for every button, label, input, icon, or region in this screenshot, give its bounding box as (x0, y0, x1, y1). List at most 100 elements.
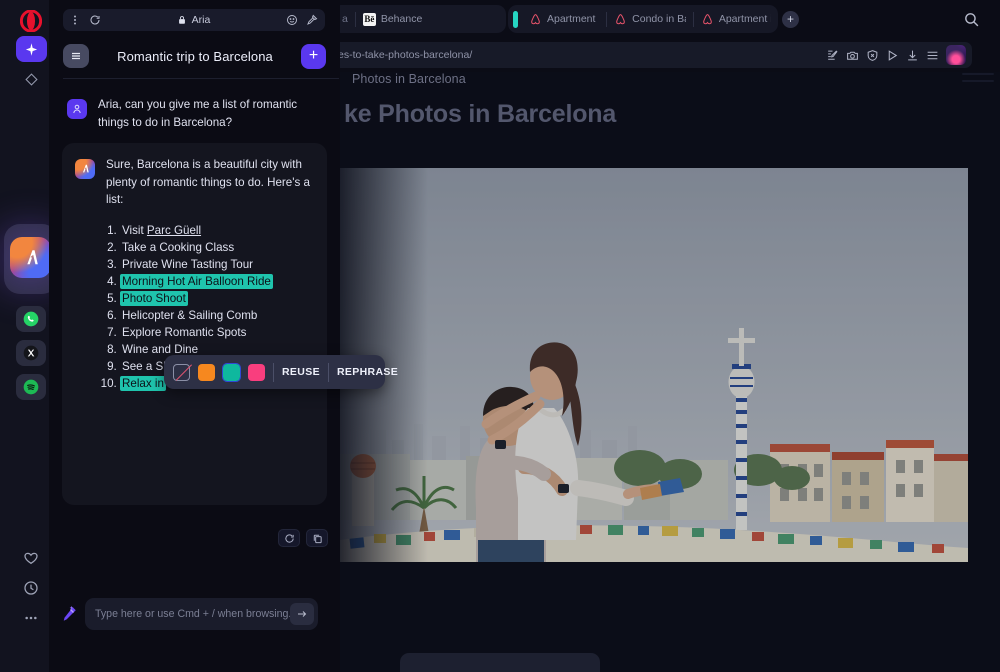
edit-note-icon[interactable] (826, 49, 839, 62)
tab-apartment-1[interactable]: Apartment in Barce (522, 5, 606, 33)
orange-highlight-swatch[interactable] (198, 363, 215, 381)
opera-logo-icon[interactable] (20, 10, 42, 32)
ellipsis-icon[interactable] (23, 610, 39, 626)
tab-group-indicator[interactable] (513, 10, 518, 28)
aria-logo-icon[interactable] (10, 237, 51, 278)
avatar[interactable] (946, 45, 966, 65)
list-item[interactable]: Photo Shoot (120, 290, 327, 307)
airbnb-icon (703, 13, 712, 24)
composer-input-wrap[interactable] (85, 598, 318, 630)
airbnb-icon (531, 13, 540, 24)
pink-highlight-swatch[interactable] (248, 363, 265, 381)
aria-header: Romantic trip to Barcelona + (49, 36, 340, 76)
tab-behance[interactable]: Bē Behance (356, 5, 429, 33)
tab-group-airbnb: Apartment in Barce Condo in Barcelona Ap… (508, 5, 778, 33)
person-glyph-icon (73, 104, 81, 114)
easy-setup-icon[interactable] (926, 49, 939, 62)
assistant-message-text: Sure, Barcelona is a beautiful city with… (106, 158, 310, 206)
heart-icon[interactable] (23, 550, 39, 566)
aria-panel: Aria Romantic trip to Barcelona + Aria, … (49, 0, 340, 672)
tab-group-left: a Bē Behance (332, 5, 506, 33)
aria-titlebar: Aria (63, 9, 325, 31)
copy-button[interactable] (306, 529, 328, 547)
player-icon[interactable] (886, 49, 899, 62)
airbnb-icon (616, 13, 625, 24)
rephrase-button[interactable]: REPHRASE (337, 366, 398, 378)
shield-privacy-icon[interactable] (866, 49, 879, 62)
lock-icon (178, 16, 185, 24)
aria-chat-title: Romantic trip to Barcelona (117, 48, 273, 64)
address-field[interactable]: es-to-take-photos-barcelona/ (332, 42, 972, 68)
tab-apartment-2[interactable]: Apartment in Barce (694, 5, 778, 33)
x-icon (23, 345, 39, 361)
teal-highlight-swatch[interactable] (222, 362, 241, 382)
no-highlight-swatch[interactable] (173, 363, 190, 381)
tab-search-icon[interactable] (963, 11, 980, 28)
reload-icon (284, 533, 294, 543)
sparkle-icon (25, 42, 37, 56)
list-item[interactable]: Explore Romantic Spots (120, 324, 327, 341)
tab-condo[interactable]: Condo in Barcelona (607, 5, 693, 33)
sidebar-item-spotify[interactable] (16, 374, 46, 400)
sidebar-item-whatsapp[interactable] (16, 306, 46, 332)
whatsapp-icon (23, 311, 39, 327)
new-chat-button[interactable]: + (301, 43, 326, 69)
magic-wand-icon[interactable] (60, 605, 78, 623)
downloads-icon[interactable] (906, 49, 919, 62)
list-item[interactable]: Morning Hot Air Balloon Ride (120, 273, 327, 290)
user-avatar-icon (67, 99, 87, 119)
arrow-right-icon (298, 611, 307, 617)
toolbar-separator (273, 362, 274, 382)
chat-message-user: Aria, can you give me a list of romantic… (49, 96, 340, 131)
tab-condo-label: Condo in Barcelona (632, 13, 686, 25)
pin-icon[interactable] (306, 14, 318, 26)
list-item-label: Visit Parc Güell (122, 223, 202, 237)
list-item[interactable]: Private Wine Tasting Tour (120, 256, 327, 273)
list-item-label: Morning Hot Air Balloon Ride (120, 273, 273, 289)
list-item-label: Take a Cooking Class (122, 240, 235, 254)
aria-titlebar-title: Aria (191, 14, 211, 26)
hamburger-icon[interactable] (63, 44, 89, 68)
tab-apartment-2-label: Apartment in Barce (718, 13, 771, 25)
camera-snapshot-icon[interactable] (846, 49, 859, 62)
selection-toolbar: REUSE REPHRASE (164, 355, 398, 389)
kebab-menu-icon[interactable] (69, 14, 81, 26)
composer-input[interactable] (85, 608, 290, 620)
list-item[interactable]: Visit Parc Güell (120, 222, 327, 239)
sidebar-item-workspace[interactable] (16, 66, 47, 92)
sidebar-item-aria[interactable] (15, 36, 47, 62)
page-title: ke Photos in Barcelona (344, 100, 617, 128)
tab-apartment-1-label: Apartment in Barce (547, 13, 599, 25)
message-actions (278, 529, 328, 547)
list-item-label: Explore Romantic Spots (122, 325, 247, 339)
hero-photo (340, 168, 968, 562)
chat-message-assistant: Sure, Barcelona is a beautiful city with… (62, 143, 328, 547)
list-item-label: Photo Shoot (120, 290, 188, 306)
spotify-icon (23, 379, 39, 395)
new-tab-button[interactable]: + (782, 11, 799, 28)
smiley-icon[interactable] (286, 14, 298, 26)
list-item-label: Private Wine Tasting Tour (122, 257, 254, 271)
divider (63, 78, 339, 79)
list-item[interactable]: Take a Cooking Class (120, 239, 327, 256)
regenerate-button[interactable] (278, 529, 300, 547)
sidebar-item-x[interactable] (16, 340, 46, 366)
aria-glyph-icon (26, 249, 38, 264)
tab-partial-label: a (342, 13, 348, 25)
page-bottom-panel (400, 653, 600, 672)
list-item-label: Helicopter & Sailing Comb (122, 308, 258, 322)
behance-icon: Bē (362, 12, 376, 26)
clock-icon[interactable] (23, 580, 39, 596)
reload-icon[interactable] (89, 14, 101, 26)
aria-composer (49, 594, 340, 634)
list-item[interactable]: Helicopter & Sailing Comb (120, 307, 327, 324)
copy-icon (313, 534, 322, 543)
user-message-text: Aria, can you give me a list of romantic… (98, 98, 298, 129)
page-breadcrumb: Photos in Barcelona (352, 72, 466, 86)
aria-logo-icon (75, 159, 95, 179)
send-button[interactable] (290, 603, 314, 625)
diamond-icon (24, 72, 38, 86)
reuse-button[interactable]: REUSE (282, 366, 320, 378)
aria-thread: Aria, can you give me a list of romantic… (49, 86, 340, 576)
tab-behance-label: Behance (380, 13, 423, 25)
